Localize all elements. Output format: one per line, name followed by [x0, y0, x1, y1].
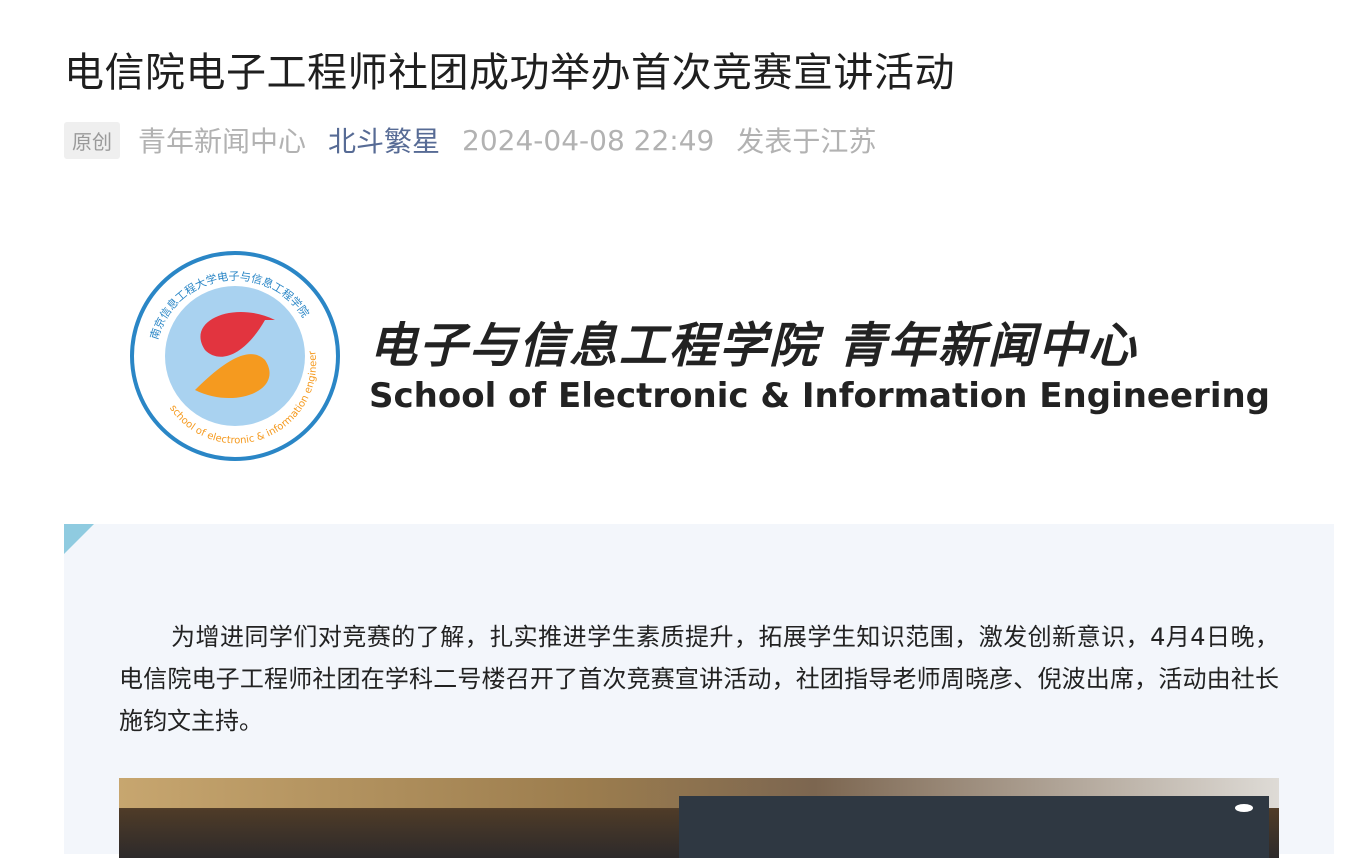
- publish-date: 2024-04-08 22:49: [462, 123, 715, 157]
- article-meta: 原创 青年新闻中心 北斗繁星 2024-04-08 22:49 发表于江苏: [64, 120, 876, 160]
- event-photo[interactable]: [119, 778, 1279, 858]
- article-paragraph: 为增进同学们对竞赛的了解，扎实推进学生素质提升，拓展学生知识范围，激发创新意识，…: [119, 623, 1279, 735]
- header-banner-image: 南京信息工程大学电子与信息工程学院 school of electronic &…: [125, 250, 1275, 465]
- college-seal-logo: 南京信息工程大学电子与信息工程学院 school of electronic &…: [125, 250, 340, 461]
- banner-english-title: School of Electronic & Information Engin…: [369, 376, 1271, 416]
- photo-screen: [679, 796, 1269, 858]
- content-card: 为增进同学们对竞赛的了解，扎实推进学生素质提升，拓展学生知识范围，激发创新意识，…: [64, 524, 1334, 858]
- author-link[interactable]: 北斗繁星: [328, 120, 440, 160]
- source-name: 青年新闻中心: [138, 125, 307, 158]
- original-badge: 原创: [64, 121, 120, 159]
- photo-light: [1235, 804, 1253, 812]
- banner-chinese-title: 电子与信息工程学院 青年新闻中心: [369, 318, 1138, 374]
- card-corner-decoration: [64, 524, 94, 554]
- article-title: 电信院电子工程师社团成功举办首次竞赛宣讲活动: [64, 50, 955, 96]
- publish-location: 发表于江苏: [736, 125, 877, 158]
